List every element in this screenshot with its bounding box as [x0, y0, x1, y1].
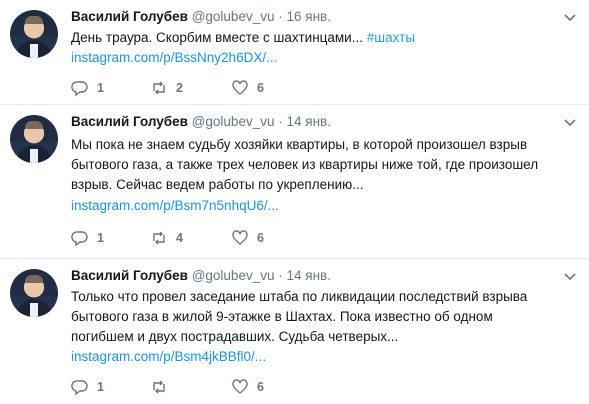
tweet-link-row: instagram.com/p/Bsm4jkBBfl0/...	[71, 347, 576, 367]
tweet-text-line: взрыв. Сейчас ведем работы по укреплению…	[71, 177, 364, 192]
heart-icon	[232, 230, 248, 245]
author-name[interactable]: Василий Голубев	[71, 114, 188, 129]
author-handle[interactable]: @golubev_vu	[192, 114, 275, 129]
like-count: 6	[257, 231, 264, 245]
tweet[interactable]: Василий Голубев @golubev_vu · 14 янв. То…	[0, 259, 589, 404]
external-link[interactable]: instagram.com/p/Bsm7n5nhqU6/...	[71, 198, 279, 213]
reply-count: 1	[97, 380, 104, 394]
chevron-down-icon[interactable]	[563, 10, 577, 24]
reply-button[interactable]: 1	[71, 79, 104, 97]
like-button[interactable]: 6	[231, 79, 264, 97]
like-count: 6	[257, 380, 264, 394]
reply-button[interactable]: 1	[71, 378, 104, 396]
tweet-link-row: instagram.com/p/BssNny2h6DX/...	[71, 48, 576, 68]
retweet-button[interactable]: 4	[150, 229, 183, 247]
tweet[interactable]: Василий Голубев @golubev_vu · 16 янв. Де…	[0, 0, 589, 105]
retweet-icon	[153, 231, 165, 245]
reply-icon	[71, 380, 88, 396]
avatar[interactable]	[10, 115, 58, 163]
like-button[interactable]: 6	[231, 378, 264, 396]
tweet-text-line: Только что провел заседание штаба по лик…	[71, 289, 528, 304]
tweet-feed: Василий Голубев @golubev_vu · 16 янв. Де…	[0, 0, 589, 404]
tweet-time[interactable]: 16 янв.	[287, 9, 331, 24]
external-link[interactable]: instagram.com/p/BssNny2h6DX/...	[71, 50, 277, 65]
tweet-text-line: бытового газа, а также трех человек из к…	[71, 157, 539, 172]
tweet-text-line: бытового газа в жилой 9-этажке в Шахтах.…	[71, 309, 493, 324]
author-handle[interactable]: @golubev_vu	[192, 268, 275, 283]
retweet-count: 4	[176, 231, 183, 245]
tweet-header: Василий Голубев @golubev_vu · 14 янв.	[71, 268, 331, 286]
reply-button[interactable]: 1	[71, 229, 104, 247]
separator-dot: ·	[278, 268, 283, 283]
reply-count: 1	[97, 81, 104, 95]
reply-icon	[71, 81, 88, 97]
reply-icon	[71, 231, 88, 247]
tweet-time[interactable]: 14 янв.	[287, 114, 331, 129]
retweet-count: 2	[176, 81, 183, 95]
chevron-down-icon[interactable]	[563, 115, 577, 129]
heart-icon	[232, 379, 248, 394]
external-link[interactable]: instagram.com/p/Bsm4jkBBfl0/...	[71, 349, 266, 364]
tweet-text-line: погибшем и двух пострадавших. Судьба чет…	[71, 329, 399, 344]
retweet-button[interactable]	[150, 378, 176, 396]
reply-count: 1	[97, 231, 104, 245]
tweet-link-row: instagram.com/p/Bsm7n5nhqU6/...	[71, 196, 576, 216]
avatar[interactable]	[10, 10, 58, 58]
tweet-header: Василий Голубев @golubev_vu · 16 янв.	[71, 9, 331, 27]
tweet[interactable]: Василий Голубев @golubev_vu · 14 янв. Мы…	[0, 105, 589, 259]
author-name[interactable]: Василий Голубев	[71, 9, 188, 24]
avatar[interactable]	[10, 269, 58, 317]
separator-dot: ·	[278, 114, 283, 129]
tweet-text-line: Мы пока не знаем судьбу хозяйки квартиры…	[71, 137, 528, 152]
retweet-icon	[153, 81, 165, 95]
like-button[interactable]: 6	[231, 229, 264, 247]
hashtag-link[interactable]: #шахты	[367, 30, 415, 45]
tweet-text: День траура. Скорбим вместе с шахтинцами…	[71, 28, 576, 48]
retweet-button[interactable]: 2	[150, 79, 183, 97]
tweet-text-line: День траура. Скорбим вместе с шахтинцами…	[71, 30, 363, 45]
author-handle[interactable]: @golubev_vu	[192, 9, 275, 24]
chevron-down-icon[interactable]	[563, 269, 577, 283]
author-name[interactable]: Василий Голубев	[71, 268, 188, 283]
tweet-time[interactable]: 14 янв.	[287, 268, 331, 283]
like-count: 6	[257, 81, 264, 95]
retweet-icon	[153, 380, 165, 394]
heart-icon	[232, 80, 248, 95]
tweet-header: Василий Голубев @golubev_vu · 14 янв.	[71, 114, 331, 132]
separator-dot: ·	[278, 9, 283, 24]
